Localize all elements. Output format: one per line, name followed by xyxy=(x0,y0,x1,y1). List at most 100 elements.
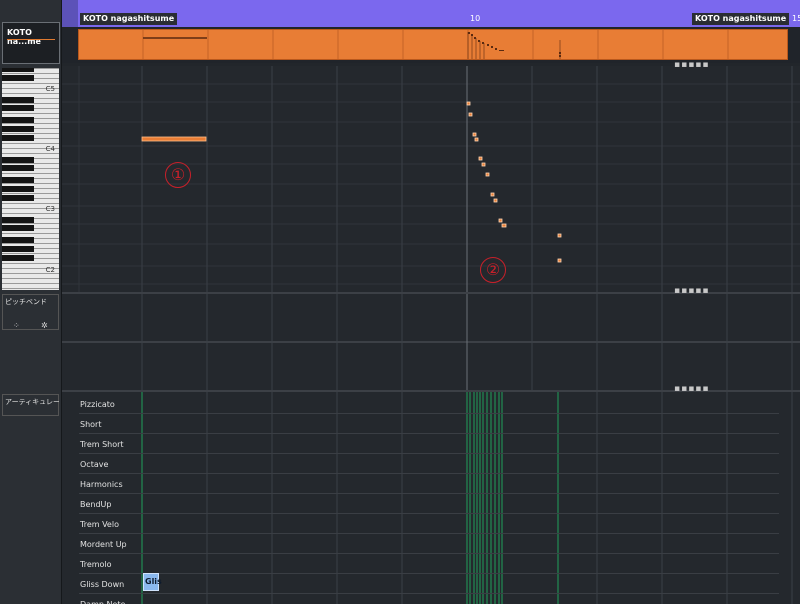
articulation-name: Octave xyxy=(80,460,109,469)
key-octave-label: C5 xyxy=(45,85,55,93)
note[interactable] xyxy=(501,223,507,228)
piano-white-key[interactable] xyxy=(2,253,59,254)
piano-white-key[interactable] xyxy=(2,103,59,104)
articulation-name: BendUp xyxy=(80,500,112,509)
note[interactable] xyxy=(141,136,207,142)
piano-black-key[interactable] xyxy=(2,157,34,163)
track-name: KOTO na...me xyxy=(7,28,41,46)
piano-white-key[interactable] xyxy=(2,283,59,284)
piano-white-key[interactable] xyxy=(2,243,59,244)
piano-black-key[interactable] xyxy=(2,75,34,81)
piano-white-key[interactable] xyxy=(2,133,59,134)
piano-black-key[interactable] xyxy=(2,97,34,103)
articulation-row[interactable]: Trem Short xyxy=(79,434,779,454)
articulation-lane-header[interactable]: アーティキュレーション xyxy=(2,394,59,416)
key-octave-label: C3 xyxy=(45,205,55,213)
piano-black-key[interactable] xyxy=(2,255,34,261)
lane-shrink-icon[interactable]: ⁘ xyxy=(13,321,20,330)
articulation-row[interactable]: Harmonics xyxy=(79,474,779,494)
note[interactable] xyxy=(472,132,477,137)
piano-white-key[interactable] xyxy=(2,213,59,214)
piano-white-key[interactable] xyxy=(2,93,59,94)
note[interactable] xyxy=(468,112,473,117)
piano-black-key[interactable] xyxy=(2,195,34,201)
resize-handle-icon[interactable]: ▪▪▪▪▪ xyxy=(674,60,710,70)
piano-white-key[interactable] xyxy=(2,193,59,194)
piano-black-key[interactable] xyxy=(2,186,34,192)
piano-black-key[interactable] xyxy=(2,68,34,72)
piano-white-key[interactable] xyxy=(2,163,59,164)
note[interactable] xyxy=(481,162,486,167)
articulation-name: Trem Velo xyxy=(80,520,119,529)
note[interactable] xyxy=(493,198,498,203)
articulation-row[interactable]: Octave xyxy=(79,454,779,474)
note[interactable] xyxy=(557,258,562,263)
piano-white-key[interactable] xyxy=(2,233,59,234)
articulation-name: Mordent Up xyxy=(80,540,127,549)
pitchbend-lane-header[interactable]: ピッチベンド ⁘ ✲ xyxy=(2,294,59,330)
piano-white-key[interactable] xyxy=(2,173,59,174)
articulation-row[interactable]: BendUp xyxy=(79,494,779,514)
lane-settings-icon[interactable]: ✲ xyxy=(41,321,48,330)
articulation-row[interactable]: Damp Note xyxy=(79,594,779,604)
track-label[interactable]: KOTO na...me xyxy=(2,22,60,64)
articulation-row[interactable]: Trem Velo xyxy=(79,514,779,534)
piano-white-key[interactable] xyxy=(2,223,59,224)
piano-white-key[interactable] xyxy=(2,288,59,289)
note[interactable] xyxy=(478,156,483,161)
pitchbend-lane[interactable] xyxy=(62,294,800,390)
articulation-row[interactable]: Gliss Down xyxy=(79,574,779,594)
note[interactable] xyxy=(474,137,479,142)
piano-white-key[interactable] xyxy=(2,113,59,114)
piano-black-key[interactable] xyxy=(2,217,34,223)
piano-black-key[interactable] xyxy=(2,177,34,183)
piano-white-key[interactable] xyxy=(2,153,59,154)
pitchbend-lane-label: ピッチベンド xyxy=(5,298,47,306)
part-preview xyxy=(142,30,729,59)
note[interactable] xyxy=(466,101,471,106)
part-name-right: KOTO nagashitsume xyxy=(692,13,790,25)
articulation-name: Damp Note xyxy=(80,600,125,604)
articulation-name: Trem Short xyxy=(80,440,124,449)
key-octave-label: C2 xyxy=(45,266,55,274)
articulation-name: Short xyxy=(80,420,102,429)
piano-black-key[interactable] xyxy=(2,165,34,171)
articulation-name: Tremolo xyxy=(80,560,112,569)
piano-black-key[interactable] xyxy=(2,225,34,231)
piano-keyboard[interactable]: C5 C4 C3 C2 xyxy=(2,68,59,290)
ruler[interactable]: KOTO nagashitsume 10 KOTO nagashitsume 1… xyxy=(78,0,800,27)
ruler-bar-number: 10 xyxy=(470,14,481,23)
key-octave-label: C4 xyxy=(45,145,55,153)
piano-white-key[interactable] xyxy=(2,123,59,124)
piano-black-key[interactable] xyxy=(2,246,34,252)
piano-black-key[interactable] xyxy=(2,117,34,123)
piano-white-key[interactable] xyxy=(2,83,59,84)
articulation-lane-label: アーティキュレーション xyxy=(5,398,59,406)
piano-black-key[interactable] xyxy=(2,126,34,132)
piano-black-key[interactable] xyxy=(2,237,34,243)
annotation-one: ① xyxy=(165,162,191,188)
articulation-row[interactable]: Tremolo xyxy=(79,554,779,574)
pitchbend-grid xyxy=(62,294,800,390)
piano-white-key[interactable] xyxy=(2,203,59,204)
piano-white-key[interactable] xyxy=(2,278,59,279)
piano-black-key[interactable] xyxy=(2,105,34,111)
midi-part[interactable] xyxy=(78,29,788,60)
articulation-row[interactable]: Pizzicato xyxy=(79,394,779,414)
note[interactable] xyxy=(490,192,495,197)
articulation-name: Gliss Down xyxy=(80,580,125,589)
piano-black-key[interactable] xyxy=(2,135,34,141)
piano-white-key[interactable] xyxy=(2,73,59,74)
piano-white-key[interactable] xyxy=(2,263,59,264)
part-name-left: KOTO nagashitsume xyxy=(80,13,178,25)
note[interactable] xyxy=(498,218,503,223)
articulation-row[interactable]: Short xyxy=(79,414,779,434)
articulation-name: Pizzicato xyxy=(80,400,115,409)
note[interactable] xyxy=(557,233,562,238)
articulation-row[interactable]: Mordent Up xyxy=(79,534,779,554)
articulation-name: Harmonics xyxy=(80,480,123,489)
piano-white-key[interactable] xyxy=(2,143,59,144)
articulation-event[interactable]: Glis xyxy=(143,573,162,591)
piano-white-key[interactable] xyxy=(2,183,59,184)
note[interactable] xyxy=(485,172,490,177)
